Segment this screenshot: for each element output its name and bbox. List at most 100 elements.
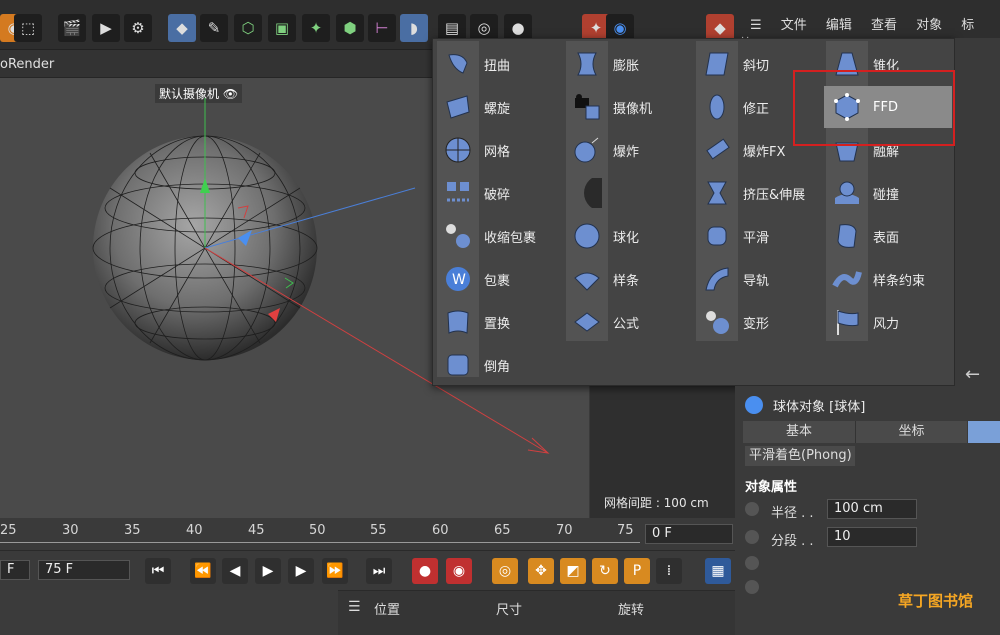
object-manager-menu: ☰ 文件 编辑 查看 对象 标签 <box>740 14 1000 52</box>
menu-item-bulge[interactable]: 膨胀 <box>564 43 692 85</box>
render-region-icon[interactable]: 🎬 <box>58 14 86 42</box>
menu-item-bevel[interactable]: 倒角 <box>435 344 563 386</box>
menu-item-formula[interactable]: 公式 <box>564 301 692 343</box>
menu-item-spline-rail[interactable]: 导轨 <box>694 258 822 300</box>
cube-object-icon[interactable]: ◆ <box>168 14 196 42</box>
menu-item-collision[interactable]: 碰撞 <box>824 172 952 214</box>
menu-item-melt-deformer[interactable]: 融解 <box>824 129 952 171</box>
menu-item-squash-stretch[interactable]: 挤压&伸展 <box>694 172 822 214</box>
menu-view[interactable]: 查看 <box>871 18 897 33</box>
radio-icon[interactable] <box>745 580 759 594</box>
next-frame-icon[interactable]: ▶ <box>288 558 314 584</box>
tab-object[interactable] <box>968 421 1000 443</box>
attribute-tabs: 基本 坐标 <box>743 421 1000 443</box>
prev-frame-icon[interactable]: ◀ <box>222 558 248 584</box>
radio-icon[interactable] <box>745 556 759 570</box>
end-frame-field[interactable]: 75 F <box>38 560 130 580</box>
menu-item-correction[interactable]: 修正 <box>694 86 822 128</box>
surface-icon <box>829 218 865 254</box>
coordinate-system-icon[interactable]: ⬚ <box>14 14 42 42</box>
displacer-icon <box>440 304 476 340</box>
menu-item-wrap[interactable]: W 包裹 <box>435 258 563 300</box>
position-label: 位置 <box>374 603 401 618</box>
phong-tab[interactable]: 平滑着色(Phong) <box>745 446 855 466</box>
render-settings-icon[interactable]: ⚙ <box>124 14 152 42</box>
menu-edit[interactable]: 编辑 <box>826 18 852 33</box>
move-key-icon[interactable]: ✥ <box>528 558 554 584</box>
tab-coord[interactable]: 坐标 <box>855 421 967 443</box>
menu-objects[interactable]: 对象 <box>916 18 942 33</box>
menu-item-label: 平滑 <box>743 230 770 246</box>
cloner-icon[interactable]: ⬢ <box>336 14 364 42</box>
menu-item-displacer[interactable]: 置换 <box>435 301 563 343</box>
prev-key-icon[interactable]: ⏪ <box>190 558 216 584</box>
menu-item-surface[interactable]: 表面 <box>824 215 952 257</box>
menu-item-explosionfx[interactable]: 爆炸FX <box>694 129 822 171</box>
menu-item-spline-deformer[interactable]: 样条 <box>564 258 692 300</box>
menu-item-ffd[interactable]: FFD <box>824 86 952 128</box>
menu-item-wind[interactable]: 风力 <box>824 301 952 343</box>
play-icon[interactable]: ▶ <box>255 558 281 584</box>
pen-spline-icon[interactable]: ✎ <box>200 14 228 42</box>
next-key-icon[interactable]: ⏩ <box>322 558 348 584</box>
menu-item-morph[interactable]: 变形 <box>694 301 822 343</box>
menu-item-mesh[interactable]: 网格 <box>435 129 563 171</box>
autokey-icon[interactable]: ◉ <box>446 558 472 584</box>
menu-lines-icon[interactable]: ☰ <box>348 599 361 615</box>
keyframe-selection-icon[interactable]: ◎ <box>492 558 518 584</box>
menu-item-label: 碰撞 <box>873 187 900 203</box>
menu-lines-icon[interactable]: ☰ <box>750 18 762 33</box>
menu-item-label: 锥化 <box>873 58 900 74</box>
squash-stretch-icon <box>699 175 735 211</box>
menu-item-label: 斜切 <box>743 58 770 74</box>
record-icon[interactable]: ● <box>412 558 438 584</box>
menu-item-explosion[interactable]: 爆炸 <box>564 129 692 171</box>
goto-start-icon[interactable]: ⏮ <box>145 558 171 584</box>
menu-item-label: 风力 <box>873 316 900 332</box>
segments-field[interactable]: 10 <box>827 527 917 547</box>
deformer-column-4: 锥化 FFD 融解 碰撞 表面 样条约束 风力 <box>824 39 954 385</box>
menu-file[interactable]: 文件 <box>781 18 807 33</box>
start-frame-field[interactable]: F <box>0 560 30 580</box>
segments-keyframe-radio[interactable] <box>745 530 759 544</box>
explosion-icon <box>569 132 605 168</box>
menu-item-smoothing[interactable]: 平滑 <box>694 215 822 257</box>
menu-item-label: 倒角 <box>484 359 511 375</box>
timeline-ruler[interactable]: 25 30 35 40 45 50 55 60 65 70 75 0 F <box>0 518 735 550</box>
goto-end-icon[interactable]: ⏭ <box>366 558 392 584</box>
extrude-generator-icon[interactable]: ▣ <box>268 14 296 42</box>
menu-item-spiral[interactable]: 螺旋 <box>435 86 563 128</box>
array-icon[interactable]: ✦ <box>302 14 330 42</box>
render-view-icon[interactable]: ▶ <box>92 14 120 42</box>
menu-item-spline-wrap[interactable]: 样条约束 <box>824 258 952 300</box>
viewport-title: oRender <box>0 57 55 72</box>
point-level-icon[interactable]: ⁞ <box>656 558 682 584</box>
current-frame-field[interactable]: 0 F <box>645 524 733 544</box>
menu-item-shatter[interactable]: 破碎 <box>435 172 563 214</box>
radius-field[interactable]: 100 cm <box>827 499 917 519</box>
menu-item-spherify[interactable]: 球化 <box>564 215 692 257</box>
spline-deformer-icon <box>569 261 605 297</box>
mesh-icon <box>440 132 476 168</box>
deformer-menu-icon[interactable]: ◗ <box>400 14 428 42</box>
menu-item-label: 变形 <box>743 316 770 332</box>
coordinates-manager: ☰ 位置 尺寸 旋转 <box>338 590 735 635</box>
menu-item-shrinkwrap[interactable]: 收缩包裹 <box>435 215 563 257</box>
menu-item-camera-deformer[interactable]: 摄像机 <box>564 86 692 128</box>
menu-item-taper[interactable]: 锥化 <box>824 43 952 85</box>
bulge-icon <box>569 46 605 82</box>
subdivision-icon[interactable]: ⬡ <box>234 14 262 42</box>
rotate-key-icon[interactable]: ↻ <box>592 558 618 584</box>
scale-key-icon[interactable]: ◩ <box>560 558 586 584</box>
menu-item-shear[interactable]: 斜切 <box>694 43 822 85</box>
param-key-icon[interactable]: P <box>624 558 650 584</box>
boole-icon[interactable]: ⊢ <box>368 14 396 42</box>
timeline-window-icon[interactable]: ▦ <box>705 558 731 584</box>
back-arrow-icon[interactable]: ← <box>965 364 980 385</box>
menu-item-melt[interactable] <box>564 172 692 214</box>
correction-icon <box>699 89 735 125</box>
tab-basic[interactable]: 基本 <box>743 421 855 443</box>
radius-keyframe-radio[interactable] <box>745 502 759 516</box>
grid-spacing-label: 网格间距 : 100 cm <box>604 496 709 510</box>
menu-item-twist[interactable]: 扭曲 <box>435 43 563 85</box>
